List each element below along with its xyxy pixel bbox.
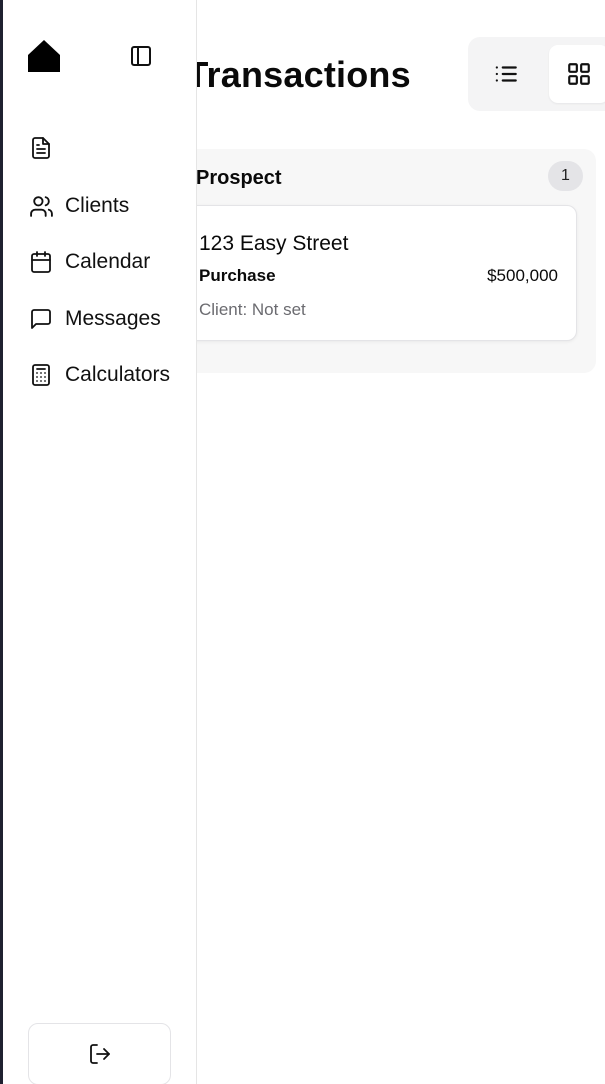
- list-view-button[interactable]: [476, 45, 536, 103]
- sidebar-item-calculators[interactable]: Calculators: [3, 355, 196, 395]
- sidebar-toggle-button[interactable]: [127, 42, 155, 70]
- sidebar-item-label: Calendar: [65, 250, 151, 273]
- sidebar: Clients Calendar Messages Calculators: [3, 0, 197, 1084]
- sidebar-item-transactions[interactable]: [3, 128, 196, 168]
- sidebar-toggle-icon: [129, 44, 153, 68]
- logout-icon: [88, 1042, 112, 1066]
- sidebar-item-label: Clients: [65, 194, 130, 217]
- card-address: 123 Easy Street: [199, 232, 349, 255]
- sidebar-item-calendar[interactable]: Calendar: [3, 242, 196, 282]
- sidebar-item-messages[interactable]: Messages: [3, 299, 196, 339]
- card-client: Client: Not set: [199, 300, 306, 319]
- column-count-badge: 1: [548, 161, 583, 191]
- message-icon: [28, 306, 54, 332]
- grid-view-button[interactable]: [549, 45, 605, 103]
- grid-icon: [566, 61, 592, 87]
- card-transaction-type: Purchase: [199, 266, 276, 285]
- column-title: Prospect: [196, 167, 282, 189]
- card-price: $500,000: [487, 266, 558, 285]
- users-icon: [28, 193, 54, 219]
- logout-button[interactable]: [28, 1023, 171, 1084]
- sidebar-item-label: Messages: [65, 307, 161, 330]
- view-toggle: [468, 37, 605, 111]
- calculator-icon: [28, 362, 54, 388]
- list-icon: [493, 61, 519, 87]
- home-icon[interactable]: [27, 38, 61, 72]
- sidebar-item-label: Calculators: [65, 363, 171, 386]
- calendar-icon: [28, 249, 54, 275]
- sidebar-item-clients[interactable]: Clients: [3, 186, 196, 226]
- document-icon: [28, 135, 54, 161]
